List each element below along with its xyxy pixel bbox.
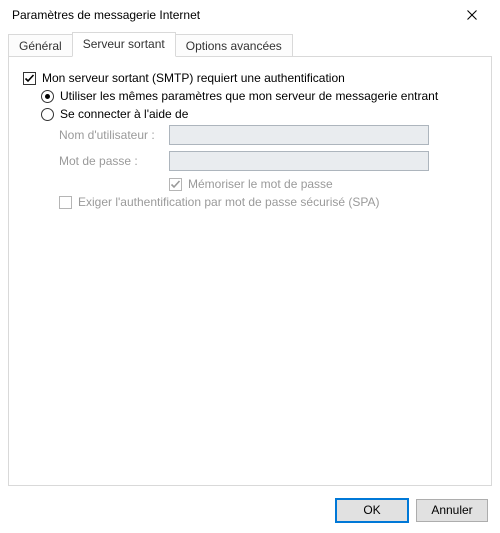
dialog-window: Paramètres de messagerie Internet Généra… bbox=[0, 0, 500, 533]
tab-label: Général bbox=[19, 39, 62, 53]
remember-password-checkbox bbox=[169, 178, 182, 191]
username-input[interactable] bbox=[169, 125, 429, 145]
connect-using-label: Se connecter à l'aide de bbox=[60, 107, 188, 121]
check-icon bbox=[170, 179, 181, 190]
remember-password-label: Mémoriser le mot de passe bbox=[188, 177, 333, 191]
button-label: OK bbox=[363, 503, 380, 517]
tab-panel: Mon serveur sortant (SMTP) requiert une … bbox=[8, 56, 492, 486]
ok-button[interactable]: OK bbox=[336, 499, 408, 522]
password-row: Mot de passe : bbox=[59, 151, 477, 171]
remember-password-row: Mémoriser le mot de passe bbox=[59, 177, 477, 191]
connect-using-row[interactable]: Se connecter à l'aide de bbox=[41, 107, 477, 121]
tab-label: Options avancées bbox=[186, 39, 282, 53]
tabs: Général Serveur sortant Options avancées bbox=[0, 30, 500, 57]
button-label: Annuler bbox=[431, 503, 472, 517]
tab-advanced-options[interactable]: Options avancées bbox=[175, 34, 293, 58]
smtp-auth-label: Mon serveur sortant (SMTP) requiert une … bbox=[42, 71, 345, 85]
username-label: Nom d'utilisateur : bbox=[59, 128, 169, 142]
tab-outgoing-server[interactable]: Serveur sortant bbox=[72, 32, 176, 57]
dialog-buttons: OK Annuler bbox=[0, 487, 500, 533]
close-icon bbox=[467, 10, 477, 20]
close-button[interactable] bbox=[452, 1, 492, 29]
tab-general[interactable]: Général bbox=[8, 34, 73, 58]
dialog-title: Paramètres de messagerie Internet bbox=[12, 8, 452, 22]
cancel-button[interactable]: Annuler bbox=[416, 499, 488, 522]
username-row: Nom d'utilisateur : bbox=[59, 125, 477, 145]
smtp-auth-checkbox[interactable] bbox=[23, 72, 36, 85]
tab-label: Serveur sortant bbox=[83, 37, 165, 51]
outgoing-server-panel: Mon serveur sortant (SMTP) requiert une … bbox=[9, 57, 491, 227]
radio-dot-icon bbox=[45, 94, 50, 99]
connect-using-radio[interactable] bbox=[41, 108, 54, 121]
smtp-auth-row[interactable]: Mon serveur sortant (SMTP) requiert une … bbox=[23, 71, 477, 85]
password-label: Mot de passe : bbox=[59, 154, 169, 168]
titlebar: Paramètres de messagerie Internet bbox=[0, 0, 500, 30]
use-same-settings-row[interactable]: Utiliser les mêmes paramètres que mon se… bbox=[41, 89, 477, 103]
spa-row: Exiger l'authentification par mot de pas… bbox=[59, 195, 477, 209]
spa-checkbox bbox=[59, 196, 72, 209]
password-input[interactable] bbox=[169, 151, 429, 171]
check-icon bbox=[24, 73, 35, 84]
use-same-settings-radio[interactable] bbox=[41, 90, 54, 103]
spa-label: Exiger l'authentification par mot de pas… bbox=[78, 195, 380, 209]
use-same-settings-label: Utiliser les mêmes paramètres que mon se… bbox=[60, 89, 438, 103]
